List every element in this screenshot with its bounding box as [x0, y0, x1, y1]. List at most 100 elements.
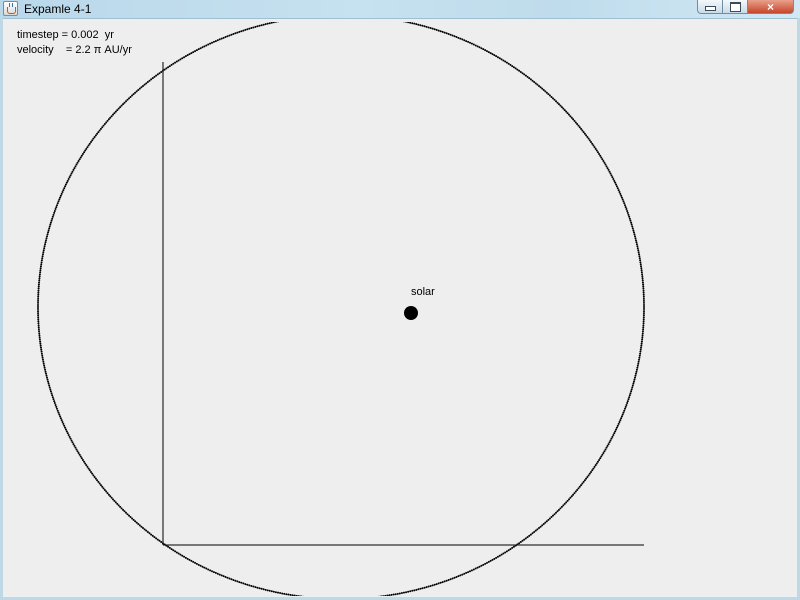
orbit-point [260, 24, 263, 27]
orbit-point [74, 165, 77, 168]
orbit-point [463, 39, 466, 42]
orbit-point [509, 548, 512, 551]
orbit-point [545, 520, 548, 523]
orbit-point [573, 119, 576, 122]
orbit-point [409, 590, 412, 593]
orbit-point [583, 479, 586, 482]
orbit-point [132, 93, 135, 96]
orbit-point [453, 576, 456, 579]
orbit-point [279, 592, 282, 595]
orbit-point [238, 30, 241, 33]
orbit-point [192, 560, 195, 563]
orbit-point [565, 501, 568, 504]
orbit-point [61, 421, 64, 424]
orbit-point [628, 396, 631, 399]
orbit-point [606, 167, 609, 170]
orbit-point [234, 579, 237, 582]
orbit-point [37, 320, 40, 323]
orbit-point [42, 362, 45, 365]
orbit-point [642, 324, 645, 327]
title-bar[interactable]: Expamle 4-1 × [0, 0, 800, 19]
orbit-point [39, 342, 42, 345]
orbit-point [467, 571, 470, 574]
orbit-point [536, 83, 539, 86]
orbit-point [472, 568, 475, 571]
close-button[interactable]: × [747, 0, 794, 14]
orbit-point [641, 330, 644, 333]
orbit-point [228, 577, 231, 580]
orbit-point [388, 594, 391, 596]
orbit-point [421, 24, 424, 27]
orbit-point [264, 23, 267, 26]
orbit-point [457, 36, 460, 39]
orbit-point [624, 204, 626, 207]
orbit-point [37, 328, 40, 331]
orbit-point [478, 565, 481, 568]
orbit-point [626, 402, 629, 405]
orbit-point [482, 48, 485, 51]
orbit-point [70, 439, 73, 442]
orbit-point [573, 492, 576, 495]
orbit-point [531, 79, 534, 82]
orbit-point [642, 295, 645, 298]
orbit-point [224, 36, 227, 39]
orbit-point [131, 94, 134, 97]
orbit-point [59, 196, 62, 199]
orbit-point [93, 475, 96, 478]
orbit-point [550, 516, 553, 519]
orbit-point [98, 129, 101, 132]
orbit-point [514, 67, 517, 70]
orbit-point [617, 189, 620, 192]
orbit-point [232, 33, 235, 36]
minimize-button[interactable] [697, 0, 723, 14]
orbit-point [41, 255, 44, 258]
orbit-point [625, 403, 628, 406]
orbit-point [447, 578, 450, 581]
orbit-point [642, 285, 645, 288]
orbit-point [252, 26, 255, 29]
orbit-point [441, 581, 444, 584]
orbit-point [105, 121, 108, 124]
orbit-point [92, 137, 95, 140]
orbit-point [449, 33, 452, 36]
orbit-point [608, 441, 611, 444]
orbit-point [639, 261, 642, 264]
orbit-point [264, 588, 267, 591]
maximize-button[interactable] [722, 0, 748, 14]
orbit-point [63, 424, 66, 427]
java-app-icon[interactable] [3, 1, 18, 16]
orbit-point [37, 322, 40, 325]
minimize-icon [704, 6, 716, 11]
orbit-point [437, 582, 440, 585]
orbit-point [268, 589, 271, 592]
orbit-point [49, 221, 52, 224]
orbit-point [151, 77, 154, 80]
orbit-point [613, 179, 616, 182]
orbit-point [83, 460, 86, 463]
orbit-point [611, 435, 614, 438]
orbit-point [63, 187, 66, 190]
orbit-point [403, 591, 405, 594]
orbit-point [168, 65, 171, 68]
orbit-point [40, 348, 43, 351]
orbit-point [207, 568, 210, 571]
orbit-point [429, 584, 432, 587]
orbit-point [45, 372, 48, 375]
orbit-point [465, 40, 468, 43]
orbit-point [177, 59, 180, 62]
orbit-point [541, 524, 544, 527]
orbit-point [75, 163, 78, 166]
orbit-point [588, 472, 591, 475]
orbit-point [587, 137, 590, 140]
orbit-point [177, 552, 180, 555]
orbit-point [633, 233, 636, 236]
orbit-point [616, 187, 619, 190]
orbit-point [493, 557, 496, 560]
orbit-point [605, 165, 608, 168]
orbit-point [54, 208, 57, 211]
orbit-point [539, 86, 542, 89]
orbit-point [642, 287, 645, 290]
orbit-point [407, 22, 410, 24]
orbit-point [447, 33, 450, 36]
orbit-point [609, 439, 612, 442]
